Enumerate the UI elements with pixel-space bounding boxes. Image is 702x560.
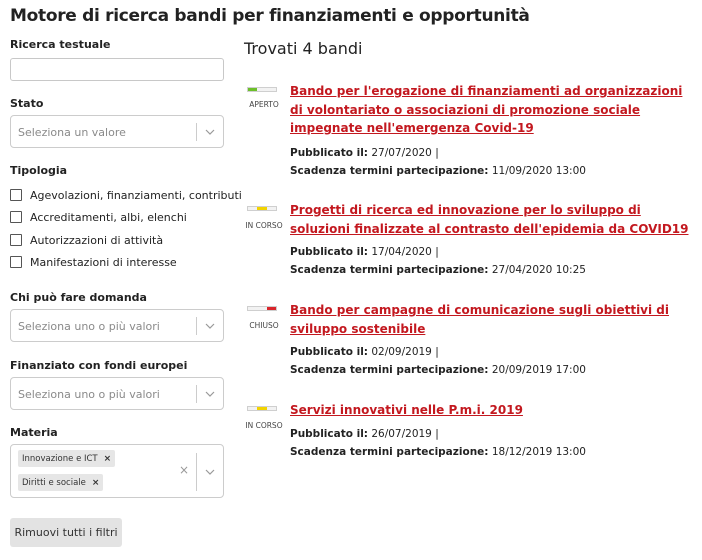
result-title-link[interactable]: Progetti di ricerca ed innovazione per l… xyxy=(290,201,690,238)
status-bar xyxy=(247,206,277,211)
select-separator xyxy=(196,123,197,141)
materia-label: Materia xyxy=(10,426,58,439)
select-separator xyxy=(196,385,197,403)
materia-multiselect[interactable]: Innovazione e ICT × Diritti e sociale × … xyxy=(10,444,224,498)
published-date: 17/04/2020 | xyxy=(371,246,439,258)
result-item: IN CORSO Servizi innovativi nelle P.m.i.… xyxy=(244,401,694,463)
published-date: 26/07/2019 | xyxy=(371,428,439,440)
stato-label: Stato xyxy=(10,97,44,110)
results-count-title: Trovati 4 bandi xyxy=(244,39,363,58)
chip-label: Innovazione e ICT xyxy=(22,453,98,464)
status-fill xyxy=(257,407,267,410)
published-label: Pubblicato il: xyxy=(290,246,368,258)
stato-select[interactable]: Seleziona un valore xyxy=(10,115,224,148)
published-label: Pubblicato il: xyxy=(290,428,368,440)
checkbox-label: Manifestazioni di interesse xyxy=(30,255,177,269)
tipologia-options: Agevolazioni, finanziamenti, contributi … xyxy=(10,188,242,269)
tipologia-option[interactable]: Accreditamenti, albi, elenchi xyxy=(10,210,187,224)
chevron-down-icon[interactable] xyxy=(205,127,215,137)
published-line: Pubblicato il: 26/07/2019 | xyxy=(290,428,439,440)
filters-sidebar: Ricerca testuale xyxy=(10,38,224,81)
result-title-link[interactable]: Bando per campagne di comunicazione sugl… xyxy=(290,301,690,338)
chip-label: Diritti e sociale xyxy=(22,477,86,488)
published-label: Pubblicato il: xyxy=(290,147,368,159)
chi-puo-placeholder: Seleziona uno o più valori xyxy=(18,320,160,333)
deadline-label: Scadenza termini partecipazione: xyxy=(290,165,489,177)
selected-chip: Innovazione e ICT × xyxy=(18,450,116,467)
status-bar xyxy=(247,306,277,311)
tipologia-label: Tipologia xyxy=(10,164,68,177)
deadline-date: 27/04/2020 10:25 xyxy=(491,264,586,276)
chi-puo-select[interactable]: Seleziona uno o più valori xyxy=(10,309,224,342)
checkbox-label: Accreditamenti, albi, elenchi xyxy=(30,210,187,224)
fondi-europei-placeholder: Seleziona uno o più valori xyxy=(18,388,160,401)
checkbox[interactable] xyxy=(10,189,22,201)
chevron-down-icon[interactable] xyxy=(205,389,215,399)
deadline-date: 20/09/2019 17:00 xyxy=(491,364,586,376)
remove-chip-icon[interactable]: × xyxy=(104,454,112,464)
result-item: CHIUSO Bando per campagne di comunicazio… xyxy=(244,301,694,381)
result-item: APERTO Bando per l'erogazione di finanzi… xyxy=(244,82,694,182)
published-line: Pubblicato il: 27/07/2020 | xyxy=(290,147,439,159)
chevron-down-icon[interactable] xyxy=(205,467,215,477)
deadline-date: 11/09/2020 13:00 xyxy=(491,165,586,177)
deadline-line: Scadenza termini partecipazione: 18/12/2… xyxy=(290,446,586,458)
reset-filters-button[interactable]: Rimuovi tutti i filtri xyxy=(10,518,122,547)
result-title-link[interactable]: Bando per l'erogazione di finanziamenti … xyxy=(290,82,690,138)
published-date: 27/07/2020 | xyxy=(371,147,439,159)
published-line: Pubblicato il: 02/09/2019 | xyxy=(290,346,439,358)
fondi-europei-label: Finanziato con fondi europei xyxy=(10,359,188,372)
stato-placeholder: Seleziona un valore xyxy=(18,126,126,139)
status-fill xyxy=(248,88,258,91)
select-separator xyxy=(196,317,197,335)
result-item: IN CORSO Progetti di ricerca ed innovazi… xyxy=(244,201,694,281)
deadline-label: Scadenza termini partecipazione: xyxy=(290,364,489,376)
text-search-label: Ricerca testuale xyxy=(10,38,111,51)
result-title-link[interactable]: Servizi innovativi nelle P.m.i. 2019 xyxy=(290,401,690,420)
deadline-line: Scadenza termini partecipazione: 27/04/2… xyxy=(290,264,586,276)
checkbox[interactable] xyxy=(10,211,22,223)
deadline-label: Scadenza termini partecipazione: xyxy=(290,264,489,276)
status-fill xyxy=(257,207,267,210)
deadline-date: 18/12/2019 13:00 xyxy=(491,446,586,458)
checkbox-label: Agevolazioni, finanziamenti, contributi xyxy=(30,188,242,202)
status-bar xyxy=(247,406,277,411)
chevron-down-icon[interactable] xyxy=(205,321,215,331)
select-separator xyxy=(196,453,197,491)
deadline-line: Scadenza termini partecipazione: 11/09/2… xyxy=(290,165,586,177)
tipologia-option[interactable]: Agevolazioni, finanziamenti, contributi xyxy=(10,188,242,202)
status-label: IN CORSO xyxy=(245,421,283,430)
published-date: 02/09/2019 | xyxy=(371,346,439,358)
page-title: Motore di ricerca bandi per finanziament… xyxy=(10,6,530,26)
published-line: Pubblicato il: 17/04/2020 | xyxy=(290,246,439,258)
checkbox[interactable] xyxy=(10,256,22,268)
chi-puo-label: Chi può fare domanda xyxy=(10,291,147,304)
deadline-label: Scadenza termini partecipazione: xyxy=(290,446,489,458)
tipologia-option[interactable]: Manifestazioni di interesse xyxy=(10,255,177,269)
remove-chip-icon[interactable]: × xyxy=(92,478,100,488)
tipologia-option[interactable]: Autorizzazioni di attività xyxy=(10,233,163,247)
published-label: Pubblicato il: xyxy=(290,346,368,358)
deadline-line: Scadenza termini partecipazione: 20/09/2… xyxy=(290,364,586,376)
checkbox-label: Autorizzazioni di attività xyxy=(30,233,164,247)
status-label: CHIUSO xyxy=(249,321,279,330)
checkbox[interactable] xyxy=(10,234,22,246)
status-label: IN CORSO xyxy=(245,221,283,230)
fondi-europei-select[interactable]: Seleziona uno o più valori xyxy=(10,377,224,410)
clear-all-icon[interactable]: × xyxy=(179,463,189,477)
status-bar xyxy=(247,87,277,92)
selected-chip: Diritti e sociale × xyxy=(18,474,104,491)
status-label: APERTO xyxy=(249,100,279,109)
status-fill xyxy=(266,307,276,310)
text-search-input[interactable] xyxy=(10,58,224,81)
